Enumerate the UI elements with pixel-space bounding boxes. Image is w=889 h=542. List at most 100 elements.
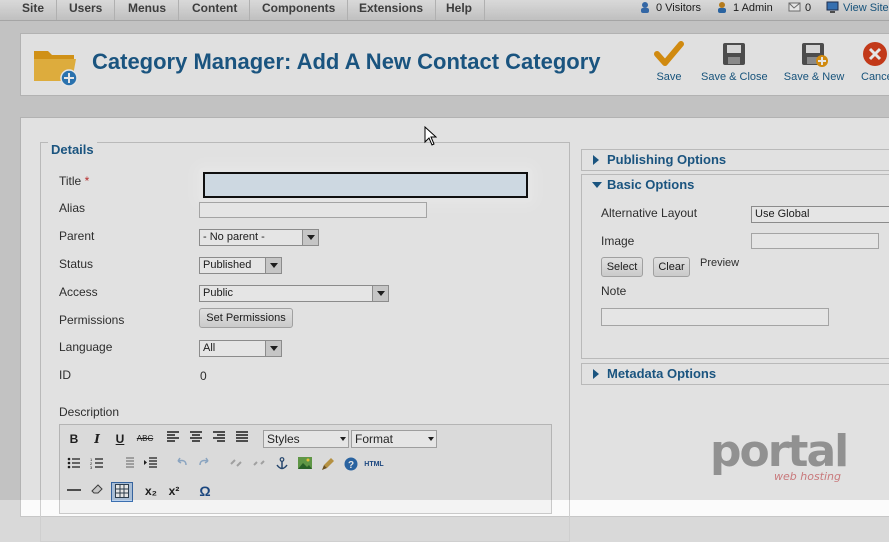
language-value: All: [203, 342, 216, 354]
image-preview-label: Preview: [700, 257, 740, 269]
metadata-options-title: Metadata Options: [607, 366, 717, 381]
menu-site[interactable]: Site: [10, 0, 58, 20]
chevron-down-icon: [372, 286, 388, 301]
metadata-options-panel[interactable]: Metadata Options: [581, 363, 889, 385]
metadata-options-header[interactable]: Metadata Options: [582, 364, 889, 385]
image-label: Image: [601, 234, 635, 248]
image-icon[interactable]: [297, 457, 313, 473]
collapse-arrow-icon: [592, 182, 602, 188]
publishing-options-panel[interactable]: Publishing Options: [581, 149, 889, 171]
save-close-button[interactable]: Save & Close: [701, 40, 768, 94]
bullet-list-icon[interactable]: [66, 457, 82, 473]
align-right-icon[interactable]: [211, 431, 227, 447]
title-input[interactable]: [203, 172, 528, 198]
parent-select[interactable]: - No parent -: [199, 229, 319, 246]
menu-menus[interactable]: Menus: [116, 0, 180, 20]
publishing-options-header[interactable]: Publishing Options: [582, 150, 889, 171]
cancel-button[interactable]: Cancel: [861, 40, 889, 94]
admin-menubar: Site Users Menus Content Components Exte…: [0, 0, 889, 21]
numbered-list-icon[interactable]: 123: [89, 457, 105, 473]
chevron-down-icon: [338, 431, 348, 447]
description-editor-toolbar: B I U ABC Styles Format 123 ? HTML x₂ x²…: [59, 424, 552, 514]
outdent-icon[interactable]: [120, 457, 136, 473]
alias-input[interactable]: [199, 202, 427, 218]
save-button[interactable]: Save: [649, 40, 689, 94]
id-value: 0: [200, 369, 207, 383]
unlink-icon[interactable]: [251, 457, 267, 473]
horizontal-rule-icon[interactable]: [66, 483, 82, 499]
note-label: Note: [601, 284, 627, 298]
special-character-button[interactable]: Ω: [197, 483, 213, 499]
note-input[interactable]: [601, 308, 829, 326]
menu-components[interactable]: Components: [250, 0, 349, 20]
messages-icon: [788, 1, 801, 13]
language-select[interactable]: All: [199, 340, 282, 357]
underline-button[interactable]: U: [112, 431, 128, 447]
title-label: Title *: [59, 174, 89, 188]
details-legend: Details: [48, 142, 97, 157]
alternative-layout-select[interactable]: Use Global: [751, 206, 889, 223]
portal-watermark-logo: portal web hosting: [710, 430, 849, 484]
format-select[interactable]: Format: [351, 430, 437, 448]
set-permissions-button[interactable]: Set Permissions: [199, 308, 293, 328]
strikethrough-button[interactable]: ABC: [135, 431, 155, 447]
subscript-button[interactable]: x₂: [143, 483, 159, 499]
status-label: Status: [59, 257, 94, 271]
image-select-button[interactable]: Select: [601, 257, 643, 277]
visitors-icon: [639, 1, 652, 13]
save-new-icon: [802, 43, 828, 67]
bold-button[interactable]: B: [66, 431, 82, 447]
messages-status[interactable]: 0: [788, 0, 811, 20]
page-title: Category Manager: Add A New Contact Cate…: [92, 49, 601, 74]
align-center-icon[interactable]: [188, 431, 204, 447]
view-site-link[interactable]: View Site: [826, 0, 889, 20]
undo-icon[interactable]: [173, 457, 189, 473]
indent-icon[interactable]: [143, 457, 159, 473]
publishing-options-title: Publishing Options: [607, 152, 727, 167]
visitors-count: 0 Visitors: [656, 2, 702, 14]
checkmark-icon: [654, 41, 684, 66]
access-select[interactable]: Public: [199, 285, 389, 302]
basic-options-header[interactable]: Basic Options: [582, 175, 889, 196]
description-label: Description: [59, 405, 120, 419]
anchor-icon[interactable]: [274, 457, 290, 473]
save-new-button[interactable]: Save & New: [782, 40, 846, 94]
html-source-button[interactable]: HTML: [363, 457, 385, 473]
superscript-button[interactable]: x²: [166, 483, 182, 499]
menu-extensions[interactable]: Extensions: [347, 0, 437, 20]
admins-status[interactable]: 1 Admin: [716, 0, 773, 20]
italic-button[interactable]: I: [89, 431, 105, 447]
status-value: Published: [203, 259, 252, 271]
cleanup-icon[interactable]: [320, 457, 336, 473]
link-icon[interactable]: [228, 457, 244, 473]
eraser-icon[interactable]: [89, 483, 105, 499]
expand-arrow-icon: [593, 369, 599, 379]
table-icon[interactable]: [111, 482, 133, 502]
styles-label: Styles: [267, 432, 300, 446]
image-clear-button[interactable]: Clear: [653, 257, 690, 277]
title-field-highlight: [199, 168, 532, 202]
justify-icon[interactable]: [234, 431, 250, 447]
alias-label: Alias: [59, 201, 86, 215]
status-select[interactable]: Published: [199, 257, 282, 274]
parent-value: - No parent -: [203, 231, 265, 243]
expand-arrow-icon: [593, 155, 599, 165]
menu-help[interactable]: Help: [434, 0, 486, 20]
align-left-icon[interactable]: [165, 431, 181, 447]
monitor-icon: [826, 1, 839, 13]
parent-label: Parent: [59, 229, 95, 243]
menu-users[interactable]: Users: [57, 0, 116, 20]
mouse-cursor-icon: [424, 125, 438, 149]
redo-icon[interactable]: [197, 457, 213, 473]
image-input[interactable]: [751, 233, 879, 249]
format-label: Format: [355, 432, 394, 446]
view-site-label: View Site: [843, 2, 889, 14]
visitors-status[interactable]: 0 Visitors: [639, 0, 701, 20]
watermark-tagline: web hosting: [774, 470, 841, 483]
access-value: Public: [203, 287, 233, 299]
help-icon[interactable]: ?: [343, 457, 359, 473]
permissions-label: Permissions: [59, 313, 125, 327]
save-label: Save: [656, 71, 682, 83]
styles-select[interactable]: Styles: [263, 430, 349, 448]
menu-content[interactable]: Content: [180, 0, 251, 20]
